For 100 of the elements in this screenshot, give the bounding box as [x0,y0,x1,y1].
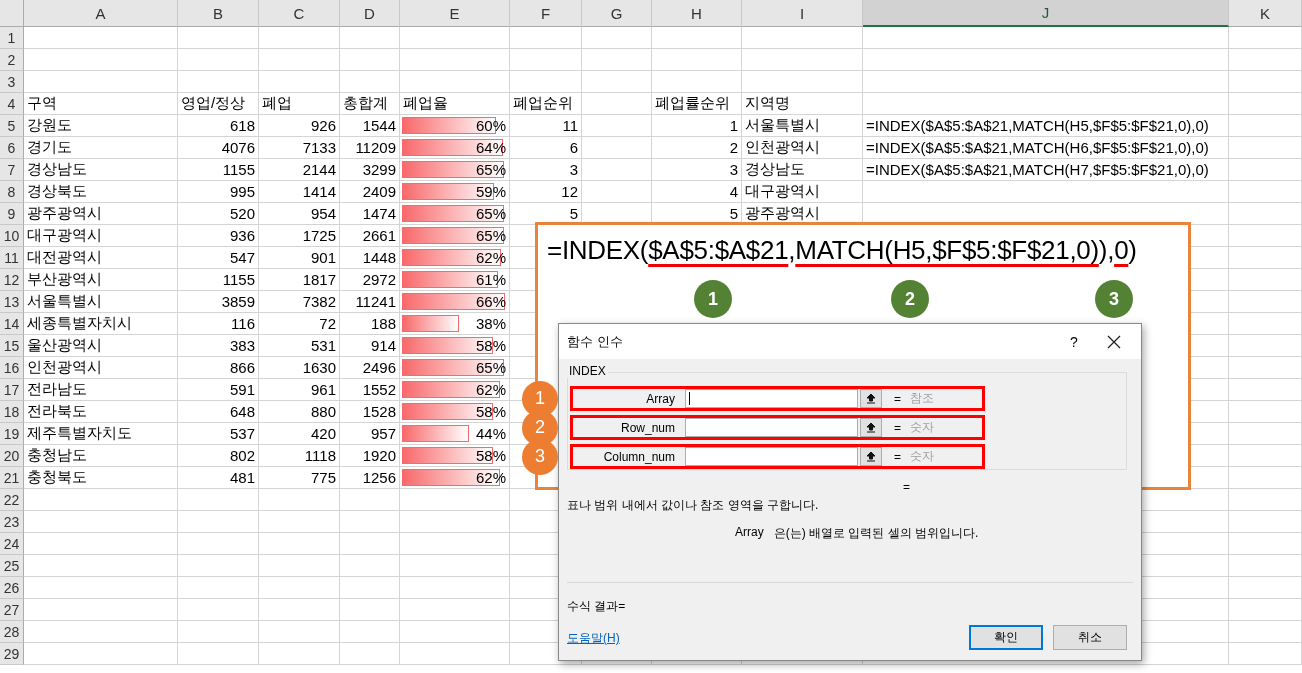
column-header[interactable]: B [178,0,259,27]
row-header[interactable]: 18 [0,401,24,423]
row-header[interactable]: 3 [0,71,24,93]
row-header[interactable]: 6 [0,137,24,159]
row-header[interactable]: 1 [0,27,24,49]
row-header[interactable]: 20 [0,445,24,467]
column-header[interactable]: D [340,0,400,27]
column-header[interactable]: H [652,0,742,27]
row-header[interactable]: 9 [0,203,24,225]
cell-value: 44% [475,425,506,442]
row-header[interactable]: 2 [0,49,24,71]
table-cell: 7133 [259,137,340,159]
table-cell: 901 [259,247,340,269]
cell-value: 62% [475,249,506,266]
row-header[interactable]: 25 [0,555,24,577]
column-header[interactable]: C [259,0,340,27]
row-header[interactable]: 14 [0,313,24,335]
cancel-button[interactable]: 취소 [1053,625,1127,650]
table-cell: 4076 [178,137,259,159]
row-header[interactable]: 13 [0,291,24,313]
row-header[interactable]: 24 [0,533,24,555]
help-link[interactable]: 도움말(H) [567,630,620,647]
formula-text: =INDEX($A$5:$A$21,MATCH(H5,$F$5:$F$21,0)),0) [547,235,1137,266]
table-cell: 12 [510,181,582,203]
column-header[interactable]: G [582,0,652,27]
row-header[interactable]: 12 [0,269,24,291]
column-header[interactable]: E [400,0,510,27]
table-cell: 경상남도 [24,159,178,181]
table-cell: 폐업 [259,93,340,115]
step-marker: 3 [1095,280,1133,318]
row-header[interactable]: 8 [0,181,24,203]
table-cell: 914 [340,335,400,357]
row-header[interactable]: 5 [0,115,24,137]
row-header[interactable]: 21 [0,467,24,489]
table-cell: 961 [259,379,340,401]
table-cell: 2409 [340,181,400,203]
row-header[interactable]: 17 [0,379,24,401]
row-header[interactable]: 10 [0,225,24,247]
row-header[interactable]: 26 [0,577,24,599]
row-header[interactable]: 27 [0,599,24,621]
table-cell: 영업/정상 [178,93,259,115]
column-header[interactable]: F [510,0,582,27]
argument-name: Array [735,525,764,541]
row-header[interactable]: 7 [0,159,24,181]
table-cell: 광주광역시 [24,203,178,225]
ok-button[interactable]: 확인 [969,625,1043,650]
table-cell: 481 [178,467,259,489]
row-header[interactable]: 4 [0,93,24,115]
input-field[interactable] [685,389,858,408]
cell-value: 62% [475,381,506,398]
row-header[interactable]: 28 [0,621,24,643]
cell-value: 65% [475,205,506,222]
cell-value: 66% [475,293,506,310]
table-cell: =INDEX($A$5:$A$21,MATCH(H5,$F$5:$F$21,0),0) [863,115,1229,137]
row-header[interactable]: 11 [0,247,24,269]
field-label: Column_num [602,449,676,464]
row-header[interactable]: 23 [0,511,24,533]
table-cell: 11 [510,115,582,137]
table-cell: 1414 [259,181,340,203]
row-header[interactable]: 22 [0,489,24,511]
table-cell: 충청북도 [24,467,178,489]
help-button[interactable]: ? [1059,333,1089,350]
table-cell: 제주특별자치도 [24,423,178,445]
table-cell: 11209 [340,137,400,159]
table-cell: 3 [510,159,582,181]
range-select-button[interactable] [860,418,882,437]
range-select-button[interactable] [860,389,882,408]
table-cell: 충청남도 [24,445,178,467]
table-cell: 116 [178,313,259,335]
row-header[interactable]: 16 [0,357,24,379]
row-header[interactable]: 19 [0,423,24,445]
row-header[interactable]: 29 [0,643,24,665]
table-cell: 전라북도 [24,401,178,423]
equals-sign: = [894,449,902,464]
cell-value: 61% [475,271,506,288]
row-header[interactable]: 15 [0,335,24,357]
table-cell: 72 [259,313,340,335]
table-cell: 2661 [340,225,400,247]
range-select-button[interactable] [860,447,882,466]
table-cell: 대구광역시 [742,181,863,203]
cell-value: 64% [475,139,506,156]
table-cell: 880 [259,401,340,423]
table-cell: 1118 [259,445,340,467]
cell-value: 38% [475,315,506,332]
table-cell: 경기도 [24,137,178,159]
column-header[interactable]: K [1229,0,1302,27]
table-cell: 188 [340,313,400,335]
step-marker: 2 [891,280,929,318]
column-header[interactable]: J [863,0,1229,27]
column-header[interactable]: I [742,0,863,27]
table-cell: 인천광역시 [742,137,863,159]
table-cell: 11241 [340,291,400,313]
table-cell: 957 [340,423,400,445]
input-field[interactable] [685,447,858,466]
input-field[interactable] [685,418,858,437]
table-cell: 383 [178,335,259,357]
equals-sign: = [894,391,902,406]
close-icon[interactable] [1107,334,1121,349]
table-cell: 구역 [24,93,178,115]
column-header[interactable]: A [24,0,178,27]
